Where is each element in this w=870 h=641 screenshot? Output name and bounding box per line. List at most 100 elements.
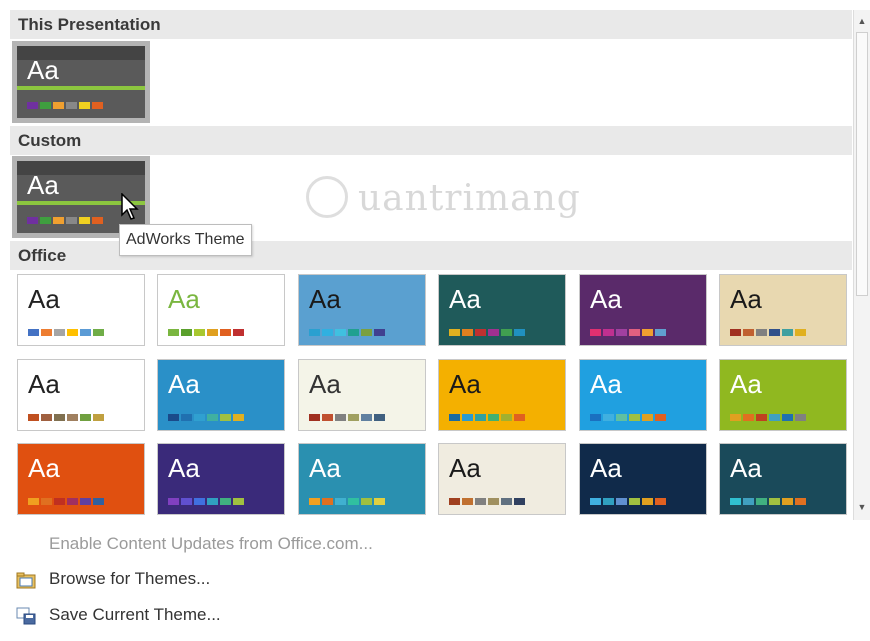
color-swatch: [730, 329, 741, 336]
theme-glyph: Aa: [449, 369, 481, 399]
color-swatch: [309, 329, 320, 336]
color-swatch: [41, 329, 52, 336]
office-theme-1[interactable]: Aa: [17, 274, 145, 346]
theme-glyph: Aa: [590, 369, 622, 399]
theme-color-swatches: [28, 329, 104, 336]
office-theme-10[interactable]: Aa: [438, 359, 566, 431]
office-theme-5[interactable]: Aa: [579, 274, 707, 346]
color-swatch: [80, 329, 91, 336]
theme-glyph: Aa: [27, 55, 59, 85]
color-swatch: [41, 498, 52, 505]
color-swatch: [67, 414, 78, 421]
color-swatch: [27, 102, 38, 109]
theme-glyph: Aa: [730, 369, 762, 399]
theme-color-swatches: [28, 414, 104, 421]
color-swatch: [181, 414, 192, 421]
vertical-scrollbar[interactable]: ▲ ▼: [853, 10, 870, 520]
browse-themes-item[interactable]: Browse for Themes...: [0, 562, 870, 596]
office-theme-15[interactable]: Aa: [298, 443, 426, 515]
theme-glyph: Aa: [449, 284, 481, 314]
color-swatch: [168, 498, 179, 505]
color-swatch: [194, 498, 205, 505]
color-swatch: [449, 414, 460, 421]
theme-glyph: Aa: [449, 453, 481, 483]
section-header-this-presentation: This Presentation: [10, 10, 852, 39]
color-swatch: [374, 498, 385, 505]
color-swatch: [769, 414, 780, 421]
theme-glyph: Aa: [28, 453, 60, 483]
theme-color-swatches: [590, 329, 666, 336]
enable-content-updates-item[interactable]: Enable Content Updates from Office.com..…: [0, 527, 870, 561]
color-swatch: [322, 414, 333, 421]
color-swatch: [629, 329, 640, 336]
color-swatch: [514, 329, 525, 336]
color-swatch: [475, 498, 486, 505]
themes-gallery: This Presentation Aa Custom Aa Office Aa…: [10, 10, 852, 520]
color-swatch: [488, 498, 499, 505]
color-swatch: [181, 329, 192, 336]
office-theme-2[interactable]: Aa: [157, 274, 285, 346]
color-swatch: [348, 414, 359, 421]
color-swatch: [181, 498, 192, 505]
color-swatch: [27, 217, 38, 224]
theme-glyph: Aa: [309, 284, 341, 314]
theme-color-swatches: [449, 414, 525, 421]
color-swatch: [501, 329, 512, 336]
theme-color-swatches: [590, 414, 666, 421]
color-swatch: [361, 414, 372, 421]
color-swatch: [629, 498, 640, 505]
office-theme-11[interactable]: Aa: [579, 359, 707, 431]
color-swatch: [207, 498, 218, 505]
color-swatch: [616, 414, 627, 421]
office-theme-4[interactable]: Aa: [438, 274, 566, 346]
color-swatch: [642, 329, 653, 336]
office-theme-16[interactable]: Aa: [438, 443, 566, 515]
theme-glyph: Aa: [730, 453, 762, 483]
color-swatch: [756, 414, 767, 421]
office-theme-13[interactable]: Aa: [17, 443, 145, 515]
theme-color-swatches: [28, 498, 104, 505]
theme-color-swatches: [309, 414, 385, 421]
office-theme-17[interactable]: Aa: [579, 443, 707, 515]
office-theme-9[interactable]: Aa: [298, 359, 426, 431]
theme-color-swatches: [27, 217, 103, 224]
color-swatch: [309, 498, 320, 505]
color-swatch: [795, 329, 806, 336]
office-theme-8[interactable]: Aa: [157, 359, 285, 431]
color-swatch: [54, 414, 65, 421]
theme-color-swatches: [309, 498, 385, 505]
color-swatch: [41, 414, 52, 421]
office-theme-6[interactable]: Aa: [719, 274, 847, 346]
color-swatch: [743, 498, 754, 505]
theme-this-presentation[interactable]: Aa: [12, 41, 150, 123]
color-swatch: [782, 414, 793, 421]
color-swatch: [53, 217, 64, 224]
color-swatch: [233, 329, 244, 336]
office-theme-12[interactable]: Aa: [719, 359, 847, 431]
color-swatch: [220, 498, 231, 505]
color-swatch: [335, 329, 346, 336]
theme-color-swatches: [590, 498, 666, 505]
scroll-thumb[interactable]: [856, 32, 868, 296]
color-swatch: [40, 102, 51, 109]
color-swatch: [93, 329, 104, 336]
color-swatch: [462, 329, 473, 336]
color-swatch: [769, 329, 780, 336]
save-current-theme-item[interactable]: Save Current Theme...: [0, 598, 870, 632]
color-swatch: [488, 329, 499, 336]
office-theme-14[interactable]: Aa: [157, 443, 285, 515]
scroll-down-icon[interactable]: ▼: [854, 498, 870, 516]
color-swatch: [28, 498, 39, 505]
color-swatch: [616, 329, 627, 336]
scroll-up-icon[interactable]: ▲: [854, 12, 870, 30]
office-theme-7[interactable]: Aa: [17, 359, 145, 431]
theme-glyph: Aa: [168, 453, 200, 483]
theme-color-swatches: [27, 102, 103, 109]
color-swatch: [54, 329, 65, 336]
color-swatch: [168, 414, 179, 421]
color-swatch: [743, 329, 754, 336]
office-theme-3[interactable]: Aa: [298, 274, 426, 346]
office-theme-18[interactable]: Aa: [719, 443, 847, 515]
theme-glyph: Aa: [730, 284, 762, 314]
color-swatch: [80, 414, 91, 421]
